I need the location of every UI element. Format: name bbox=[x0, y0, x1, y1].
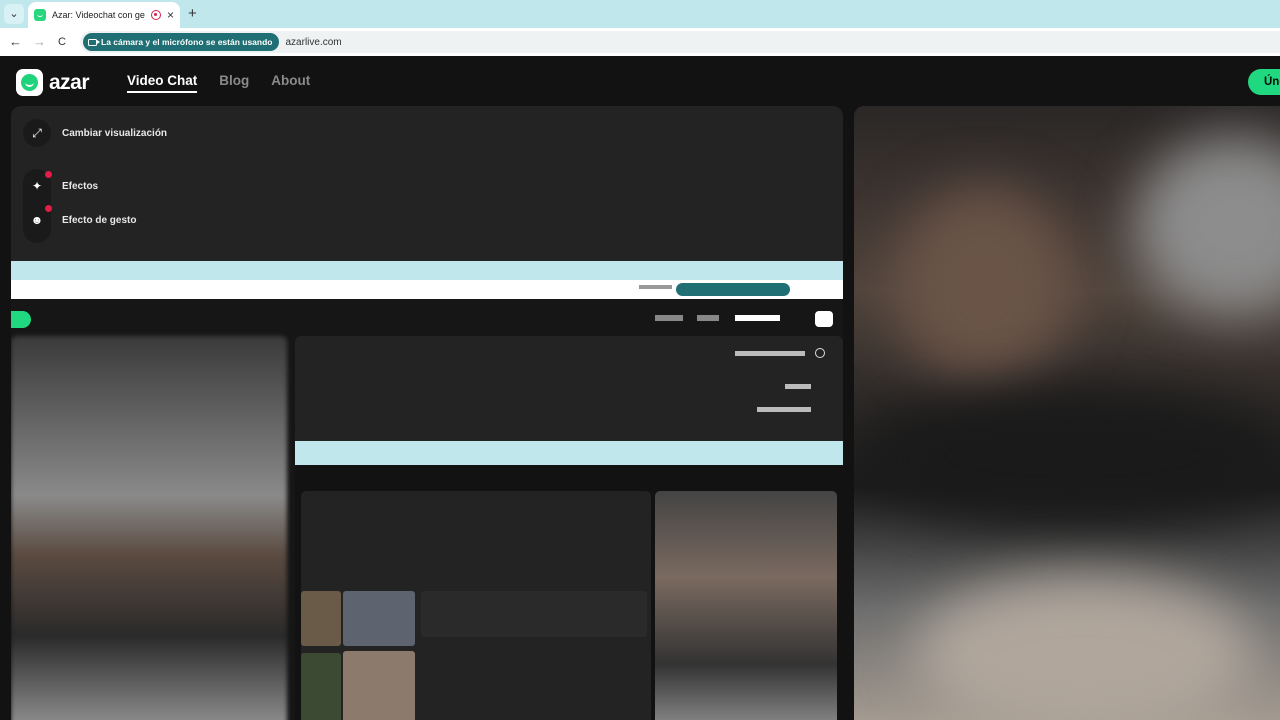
gesture-notification-dot bbox=[45, 205, 52, 212]
nav-video-chat[interactable]: Video Chat bbox=[127, 73, 198, 93]
browser-address-bar: ← → C La cámara y el micrófono se están … bbox=[0, 28, 1280, 56]
mirrored-self-panel bbox=[295, 336, 843, 720]
tab-title: Azar: Videochat con gente bbox=[52, 10, 145, 20]
new-tab-button[interactable]: + bbox=[188, 5, 197, 22]
nav-about[interactable]: About bbox=[271, 73, 310, 93]
nav-blog[interactable]: Blog bbox=[219, 73, 249, 93]
tab-search-chevron-icon[interactable]: ⌄ bbox=[4, 4, 24, 24]
mirrored-url bbox=[639, 285, 672, 289]
effects-notification-dot bbox=[45, 171, 52, 178]
blurred-shadow bbox=[854, 386, 1280, 526]
gesture-effect-control[interactable]: ☻ Efecto de gesto bbox=[23, 205, 137, 234]
partner-video-panel bbox=[854, 106, 1280, 720]
recording-indicator-icon bbox=[150, 10, 161, 20]
sparkle-effects-icon[interactable]: ✦ bbox=[23, 171, 52, 200]
mirrored-screen-video bbox=[11, 261, 843, 720]
gesture-face-icon[interactable]: ☻ bbox=[23, 205, 52, 234]
url-text[interactable]: azarlive.com bbox=[285, 37, 341, 48]
gesture-effect-label: Efecto de gesto bbox=[62, 214, 137, 226]
azar-page: azar Video Chat Blog About Úne ⤢ Cambiar… bbox=[0, 56, 1280, 720]
effects-label: Efectos bbox=[62, 180, 99, 192]
change-view-label: Cambiar visualización bbox=[62, 127, 168, 139]
mirrored-thumb bbox=[301, 591, 341, 646]
mirrored-partner-video bbox=[11, 336, 287, 720]
mirrored-nested-video bbox=[655, 491, 837, 720]
mirrored-camera-chip bbox=[676, 283, 790, 296]
logo-text: azar bbox=[49, 70, 90, 94]
mirrored-address-bar bbox=[11, 280, 843, 299]
change-view-control[interactable]: ⤢ Cambiar visualización bbox=[23, 119, 167, 147]
mirrored-thumb bbox=[343, 591, 415, 646]
camera-notice-text: La cámara y el micrófono se están usando bbox=[101, 37, 273, 47]
mirrored-logo-icon bbox=[815, 311, 833, 327]
azar-favicon-icon bbox=[34, 9, 46, 21]
effects-control[interactable]: ✦ Efectos bbox=[23, 171, 99, 200]
blurred-foreground bbox=[914, 576, 1254, 720]
omnibox[interactable]: La cámara y el micrófono se están usando… bbox=[80, 31, 1280, 53]
expand-view-icon[interactable]: ⤢ bbox=[23, 119, 51, 147]
close-tab-icon[interactable]: × bbox=[167, 8, 174, 22]
mirrored-nav bbox=[645, 315, 805, 321]
mirrored-thumb bbox=[421, 591, 647, 637]
camera-microphone-in-use-chip[interactable]: La cámara y el micrófono se están usando bbox=[83, 33, 280, 51]
mirrored-thumb bbox=[301, 653, 341, 720]
browser-tab-bar: ⌄ Azar: Videochat con gente × + bbox=[0, 0, 1280, 28]
forward-arrow-icon[interactable]: → bbox=[33, 34, 46, 49]
browser-tab[interactable]: Azar: Videochat con gente × bbox=[28, 2, 180, 28]
back-arrow-icon[interactable]: ← bbox=[9, 34, 22, 49]
reload-icon[interactable]: C bbox=[58, 36, 66, 48]
self-video-panel: ⤢ Cambiar visualización ✦ Efectos ☻ Efec… bbox=[11, 106, 843, 720]
mirrored-thumb bbox=[343, 651, 415, 720]
mirrored-nested-screen bbox=[295, 441, 843, 720]
main-nav: Video Chat Blog About bbox=[127, 73, 310, 93]
blurred-background bbox=[1134, 136, 1280, 316]
blurred-figure bbox=[894, 186, 1074, 386]
mirrored-join-button bbox=[11, 311, 31, 328]
mirrored-tab-bar bbox=[11, 261, 843, 280]
join-button[interactable]: Úne bbox=[1248, 69, 1280, 95]
azar-logo-icon bbox=[16, 69, 43, 96]
azar-logo[interactable]: azar bbox=[16, 69, 90, 96]
camera-icon bbox=[88, 38, 100, 46]
